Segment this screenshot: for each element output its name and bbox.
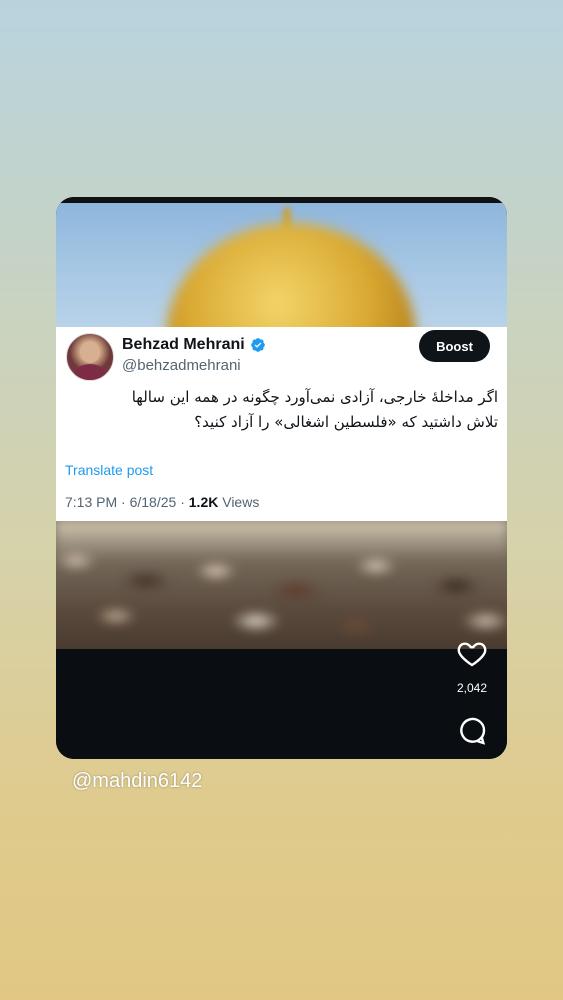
like-count: 2,042 [456,681,488,695]
background-photo-dome [56,203,507,327]
tweet-time[interactable]: 7:13 PM [65,494,117,510]
golden-dome-image [166,223,416,327]
views-label: Views [222,494,260,510]
verified-badge-icon [250,338,265,352]
tweet-screenshot: Behzad Mehrani @behzadmehrani Boost اگر … [56,327,507,521]
tweet-text-line-2: تلاش داشتید که «فلسطین اشغالی» را آزاد ک… [194,413,498,431]
translate-post-link[interactable]: Translate post [65,462,153,478]
story-credit-handle: @mahdin6142 [72,770,203,792]
tweet-date[interactable]: 6/18/25 [130,494,177,510]
tweet-text-line-1: اگر مداخلهٔ خارجی، آزادی نمی‌آورد چگونه … [131,388,498,406]
comment-icon[interactable] [456,715,488,747]
author-row: Behzad Mehrani [122,336,266,354]
author-name[interactable]: Behzad Mehrani [122,336,245,354]
meta-separator: · [180,494,189,510]
boost-button[interactable]: Boost [419,330,490,362]
tweet-meta: 7:13 PM · 6/18/25 · 1.2K Views [65,494,259,510]
card-footer-area [56,649,507,759]
shared-post-card[interactable]: Behzad Mehrani @behzadmehrani Boost اگر … [56,197,507,759]
avatar[interactable] [66,333,114,381]
tweet-text: اگر مداخلهٔ خارجی، آزادی نمی‌آورد چگونه … [68,385,498,435]
background-photo-crowd [56,521,507,649]
views-count: 1.2K [188,494,219,510]
heart-icon[interactable] [456,637,488,669]
author-handle[interactable]: @behzadmehrani [122,357,241,374]
meta-separator: · [121,494,130,510]
